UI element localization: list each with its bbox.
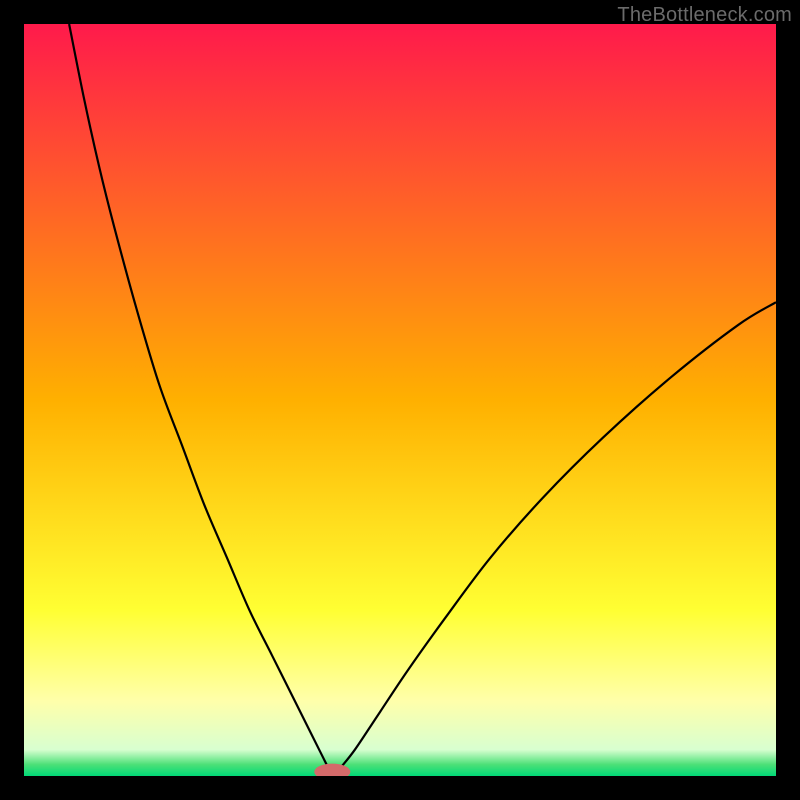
gradient-background [24,24,776,776]
chart-frame [24,24,776,776]
bottleneck-curve-chart [24,24,776,776]
